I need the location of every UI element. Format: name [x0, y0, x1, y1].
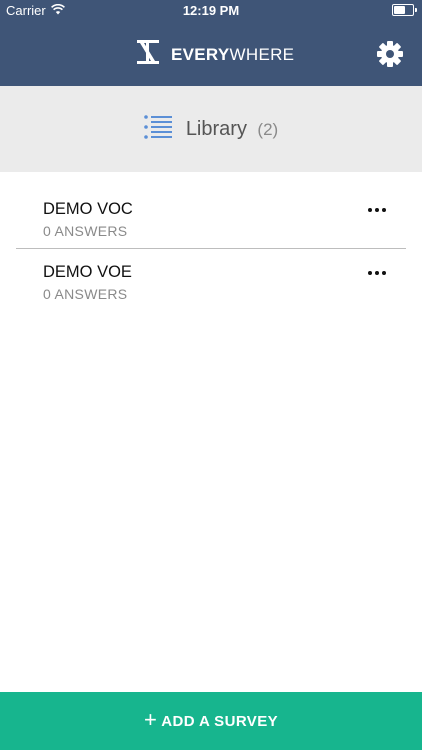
battery-icon [392, 4, 417, 16]
more-options-button[interactable] [368, 208, 386, 212]
more-dots-icon [368, 208, 372, 212]
more-options-button[interactable] [368, 271, 386, 275]
plus-icon: + [143, 707, 158, 732]
more-dot [382, 271, 386, 275]
brand-name: EVERYWHERE [171, 45, 294, 65]
brand-name-bold: EVERY [171, 44, 230, 64]
library-heading: Library (2) [186, 118, 278, 141]
library-title: Library [185, 117, 247, 140]
survey-answers: 0 ANSWERS [43, 286, 128, 302]
status-time: 12:19 PM [182, 3, 240, 18]
survey-name: DEMO VOE [43, 263, 132, 281]
more-dot [375, 208, 379, 212]
survey-name: DEMO VOC [43, 200, 133, 218]
settings-button[interactable] [376, 40, 404, 68]
status-right [392, 4, 417, 16]
more-dot [382, 208, 386, 212]
brand-name-light: WHERE [229, 44, 295, 64]
survey-item[interactable]: DEMO VOC 0 ANSWERS [16, 186, 406, 248]
add-survey-label: ADD A SURVEY [161, 712, 278, 730]
list-icon [144, 114, 172, 144]
everywhere-logo-icon [137, 40, 159, 69]
survey-list: DEMO VOC 0 ANSWERS DEMO VOE 0 ANSWERS [0, 186, 422, 311]
survey-answers: 0 ANSWERS [43, 223, 128, 239]
app-header: EVERYWHERE [0, 22, 422, 86]
add-survey-button[interactable]: + ADD A SURVEY [0, 692, 422, 750]
more-dot [375, 271, 379, 275]
status-bar: Carrier 12:19 PM [0, 0, 422, 22]
library-bar[interactable]: Library (2) [0, 86, 422, 172]
gear-icon [377, 41, 403, 67]
brand: EVERYWHERE [137, 40, 294, 69]
battery-fill [394, 6, 405, 14]
library-count: (2) [257, 119, 279, 139]
survey-item[interactable]: DEMO VOE 0 ANSWERS [16, 248, 406, 311]
more-dots-icon [368, 271, 372, 275]
